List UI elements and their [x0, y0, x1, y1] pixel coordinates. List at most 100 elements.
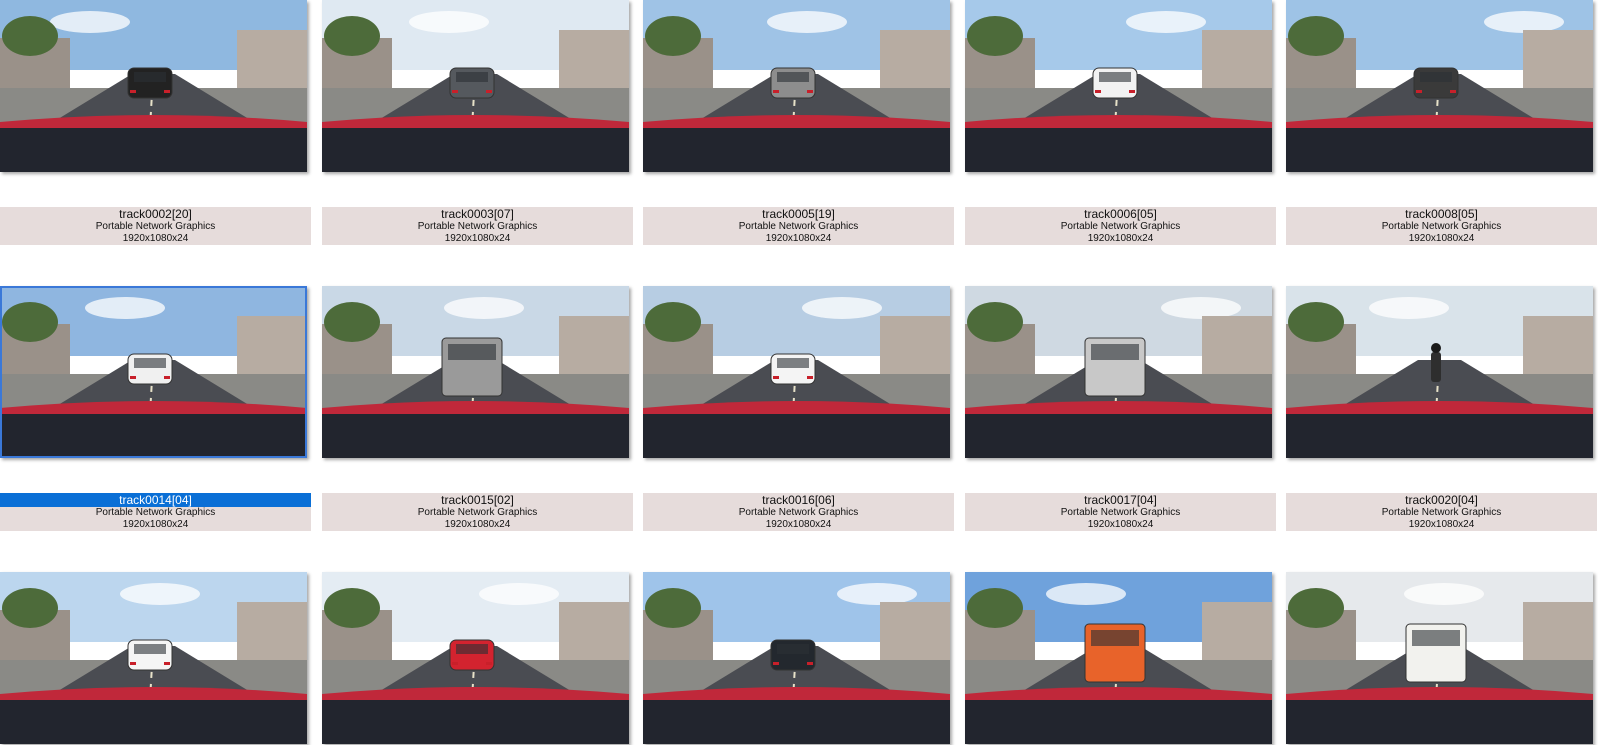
thumbnail-caption[interactable]: track0006[05] Portable Network Graphics … [965, 207, 1276, 245]
thumbnail-caption[interactable]: track0002[20] Portable Network Graphics … [0, 207, 311, 245]
tree [324, 302, 380, 342]
thumbnail-image[interactable] [965, 0, 1272, 172]
thumbnail-image[interactable] [0, 0, 307, 172]
dashcam-photo [1286, 286, 1593, 458]
file-name: track0017[04] [1084, 493, 1157, 507]
dashcam-photo [322, 0, 629, 172]
tree [2, 588, 58, 628]
thumbnail-caption[interactable]: track0003[07] Portable Network Graphics … [322, 207, 633, 245]
vehicle-window [777, 644, 809, 654]
dashboard [1286, 128, 1593, 172]
thumbnail-image[interactable] [1286, 286, 1593, 458]
vehicle-window [1091, 630, 1139, 646]
building-right [1202, 602, 1272, 660]
tree [2, 302, 58, 342]
thumbnail-caption[interactable]: track0020[04] Portable Network Graphics … [1286, 493, 1597, 531]
thumbnail-image[interactable] [643, 0, 950, 172]
thumbnail-caption[interactable]: track0014[04] Portable Network Graphics … [0, 493, 311, 531]
tail-light [164, 90, 170, 93]
file-type: Portable Network Graphics [95, 507, 216, 518]
vehicle-window [1091, 344, 1139, 360]
file-type: Portable Network Graphics [1060, 221, 1181, 232]
tail-light [1416, 90, 1422, 93]
cloud [444, 297, 524, 319]
thumbnail-caption[interactable]: track0008[05] Portable Network Graphics … [1286, 207, 1597, 245]
dashboard [965, 414, 1272, 458]
dashcam-photo [643, 0, 950, 172]
dashboard [0, 414, 307, 458]
file-type: Portable Network Graphics [738, 221, 859, 232]
thumbnail-image[interactable] [1286, 572, 1593, 744]
file-type: Portable Network Graphics [1381, 507, 1502, 518]
thumbnail-image[interactable] [643, 286, 950, 458]
thumbnail-image[interactable] [965, 286, 1272, 458]
thumbnail-image[interactable] [643, 572, 950, 744]
thumbnail-image[interactable] [0, 572, 307, 744]
tail-light [773, 662, 779, 665]
tree [967, 302, 1023, 342]
cloud [1126, 11, 1206, 33]
cloud [409, 11, 489, 33]
image-dimensions: 1920x1080x24 [122, 519, 189, 530]
file-name: track0015[02] [441, 493, 514, 507]
vehicle-window [134, 358, 166, 368]
building-right [237, 30, 307, 88]
image-dimensions: 1920x1080x24 [444, 233, 511, 244]
vehicle-window [777, 358, 809, 368]
tail-light [1450, 90, 1456, 93]
tree [967, 16, 1023, 56]
thumbnail-caption[interactable]: track0005[19] Portable Network Graphics … [643, 207, 954, 245]
thumbnail-image[interactable] [0, 286, 307, 458]
tree [1288, 16, 1344, 56]
thumbnail-caption[interactable]: track0015[02] Portable Network Graphics … [322, 493, 633, 531]
dashboard [1286, 700, 1593, 744]
tail-light [807, 376, 813, 379]
dashcam-photo [965, 0, 1272, 172]
tail-light [486, 662, 492, 665]
file-name: track0016[06] [762, 493, 835, 507]
vehicle-window [134, 644, 166, 654]
dashcam-photo [0, 0, 307, 172]
tail-light [1129, 90, 1135, 93]
dashboard [1286, 414, 1593, 458]
tree [645, 16, 701, 56]
dashboard [0, 128, 307, 172]
image-dimensions: 1920x1080x24 [444, 519, 511, 530]
dashcam-photo [1286, 572, 1593, 744]
thumbnail-image[interactable] [322, 286, 629, 458]
tail-light [486, 90, 492, 93]
thumbnail-image[interactable] [1286, 0, 1593, 172]
image-dimensions: 1920x1080x24 [1087, 233, 1154, 244]
file-type: Portable Network Graphics [95, 221, 216, 232]
building-right [237, 316, 307, 374]
tree [324, 588, 380, 628]
dashcam-photo [322, 286, 629, 458]
file-type: Portable Network Graphics [417, 221, 538, 232]
file-type: Portable Network Graphics [417, 507, 538, 518]
cloud [1484, 11, 1564, 33]
thumbnail-caption[interactable]: track0016[06] Portable Network Graphics … [643, 493, 954, 531]
file-name: track0005[19] [762, 207, 835, 221]
dashboard [643, 700, 950, 744]
cloud [50, 11, 130, 33]
thumbnail-caption[interactable]: track0017[04] Portable Network Graphics … [965, 493, 1276, 531]
file-type: Portable Network Graphics [738, 507, 859, 518]
thumbnail-image[interactable] [322, 0, 629, 172]
tree [324, 16, 380, 56]
dashboard [965, 128, 1272, 172]
tail-light [130, 662, 136, 665]
cloud [802, 297, 882, 319]
file-type: Portable Network Graphics [1060, 507, 1181, 518]
thumbnail-image[interactable] [965, 572, 1272, 744]
image-dimensions: 1920x1080x24 [765, 233, 832, 244]
file-type: Portable Network Graphics [1381, 221, 1502, 232]
tail-light [164, 662, 170, 665]
file-name: track0008[05] [1405, 207, 1478, 221]
vehicle-window [1420, 72, 1452, 82]
thumbnail-image[interactable] [322, 572, 629, 744]
tree [967, 588, 1023, 628]
tree [1288, 302, 1344, 342]
building-right [1523, 602, 1593, 660]
cloud [479, 583, 559, 605]
vehicle-window [134, 72, 166, 82]
